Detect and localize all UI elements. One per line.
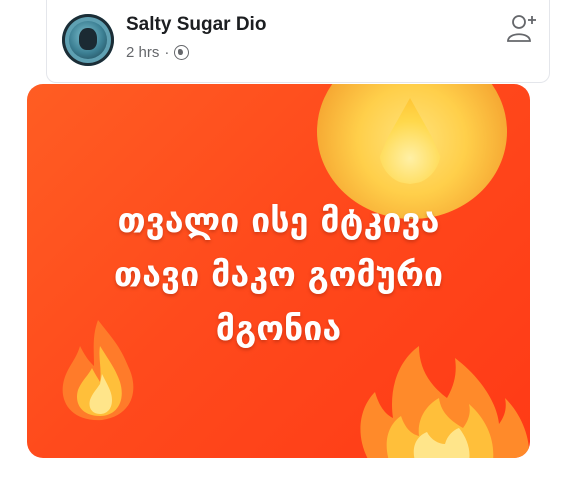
globe-icon: [174, 45, 190, 60]
post-header: [46, 0, 550, 83]
post-text-line: თვალი ისე მტკივა: [117, 201, 440, 241]
avatar[interactable]: [62, 14, 114, 66]
fire-emoji: [360, 346, 530, 458]
fire-emoji: [62, 320, 134, 421]
avatar-face: [79, 28, 97, 50]
add-friend-icon[interactable]: [505, 10, 539, 44]
post-time[interactable]: 2 hrs: [126, 44, 159, 61]
post-image[interactable]: თვალი ისე მტკივა თავი მაკო გომური მგონია: [27, 84, 530, 458]
author-name[interactable]: Salty Sugar Dio: [126, 14, 266, 36]
post-meta: 2 hrs ·: [126, 44, 190, 61]
meta-separator: ·: [164, 44, 170, 61]
post-text-line: თავი მაკო გომური: [113, 255, 444, 295]
